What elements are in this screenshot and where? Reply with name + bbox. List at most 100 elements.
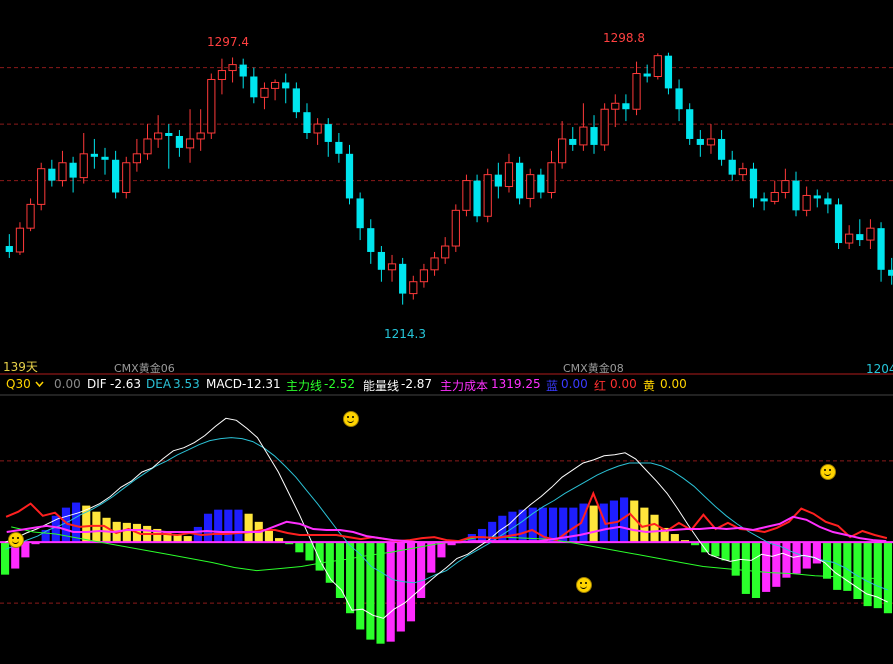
candle-body-down bbox=[590, 127, 598, 145]
candle-body-up bbox=[600, 108, 609, 146]
candle-body-down bbox=[888, 269, 893, 276]
macd-bar bbox=[589, 505, 598, 543]
yellow-label: 黄 bbox=[643, 379, 656, 393]
macd-bar bbox=[366, 542, 375, 640]
candle-body-up bbox=[15, 227, 25, 253]
macd-bar bbox=[1, 542, 10, 575]
candle-body-up bbox=[632, 73, 641, 110]
candle-body-up bbox=[409, 281, 418, 295]
candle-body-up bbox=[653, 55, 662, 78]
macd-bar bbox=[315, 542, 324, 571]
macd-bar bbox=[335, 542, 345, 598]
main-red-line bbox=[5, 490, 888, 543]
zero-value: 0.00 bbox=[54, 377, 81, 391]
macd-bar bbox=[214, 509, 223, 543]
macd-bar bbox=[843, 542, 852, 591]
macd-bar bbox=[427, 542, 436, 573]
candle-body-up bbox=[26, 203, 35, 229]
candle-body-up bbox=[845, 233, 854, 244]
candle-body-up bbox=[143, 138, 152, 155]
macd-bar bbox=[92, 511, 101, 543]
blue-value: 0.00 bbox=[561, 377, 588, 391]
macd-bar bbox=[346, 542, 355, 614]
candle-body-down bbox=[367, 228, 375, 252]
energy-value: -2.87 bbox=[401, 377, 433, 391]
cost-value: 1319.25 bbox=[491, 377, 541, 391]
red-value: 0.00 bbox=[610, 377, 637, 391]
candle-body-down bbox=[569, 138, 577, 145]
candle-body-down bbox=[877, 228, 885, 270]
candle-body-down bbox=[792, 180, 800, 211]
macd-bar bbox=[741, 542, 750, 594]
candle-body-up bbox=[313, 123, 322, 134]
candle-body-up bbox=[451, 209, 460, 247]
candle-body-up bbox=[441, 245, 450, 259]
candle-body-up bbox=[122, 162, 131, 193]
macd-bar bbox=[295, 542, 304, 553]
macd-bar bbox=[264, 529, 273, 543]
yellow-value: 0.00 bbox=[660, 377, 687, 391]
candle-body-up bbox=[504, 162, 514, 188]
macd-bar bbox=[863, 542, 872, 607]
macd-bar bbox=[701, 542, 710, 553]
macd-bar bbox=[376, 542, 385, 644]
dea-value: 3.53 bbox=[173, 377, 200, 391]
dif-label: DIF bbox=[87, 377, 107, 391]
candle-body-down bbox=[250, 76, 258, 98]
macd-bar bbox=[396, 542, 405, 632]
macd-bar bbox=[751, 542, 761, 598]
candle-body-down bbox=[824, 198, 832, 205]
candle-body-up bbox=[37, 168, 46, 205]
macd-bar bbox=[721, 542, 730, 561]
candle-body-up bbox=[547, 162, 556, 193]
candle-body-down bbox=[165, 133, 173, 136]
candlestick-series bbox=[5, 52, 893, 305]
days-label: 139天 bbox=[3, 360, 38, 374]
indicator-selector[interactable]: Q30 bbox=[6, 377, 44, 391]
candle-body-down bbox=[48, 168, 56, 181]
high-label-2: 1298.8 bbox=[603, 31, 645, 45]
candle-body-up bbox=[217, 70, 227, 80]
contract-label-2: CMX黄金08 bbox=[563, 362, 624, 375]
candle-body-up bbox=[196, 132, 205, 140]
candle-body-up bbox=[866, 227, 875, 241]
macd-bar bbox=[650, 514, 659, 543]
indicator-name: Q30 bbox=[6, 377, 31, 391]
candle-body-up bbox=[781, 180, 790, 193]
candle-body-up bbox=[419, 269, 429, 283]
candle-body-down bbox=[494, 174, 502, 187]
macd-bar bbox=[386, 542, 395, 642]
macd-bar bbox=[224, 509, 233, 543]
macd-bar bbox=[762, 542, 771, 592]
candle-body-down bbox=[834, 204, 843, 244]
high-label-1: 1297.4 bbox=[207, 35, 249, 49]
candle-body-down bbox=[515, 162, 524, 199]
candle-body-up bbox=[706, 138, 716, 146]
low-label: 1214.3 bbox=[384, 327, 426, 341]
dif-value: -2.63 bbox=[110, 377, 142, 391]
chevron-down-icon bbox=[34, 381, 44, 388]
candle-body-down bbox=[101, 156, 109, 160]
candle-body-down bbox=[335, 141, 343, 154]
red-label: 红 bbox=[594, 379, 607, 393]
macd-bar bbox=[528, 507, 537, 543]
candle-body-up bbox=[770, 191, 779, 202]
candle-body-down bbox=[345, 153, 354, 199]
candle-body-down bbox=[239, 64, 247, 77]
macd-bar bbox=[833, 542, 842, 590]
macd-bar bbox=[305, 542, 314, 561]
candle-body-up bbox=[738, 168, 747, 176]
candle-body-down bbox=[356, 198, 364, 229]
candle-body-up bbox=[579, 126, 588, 146]
candle-body-up bbox=[483, 174, 492, 217]
smiley-icon bbox=[820, 464, 837, 481]
candle-body-down bbox=[728, 159, 736, 175]
candle-body-down bbox=[856, 234, 864, 241]
candle-body-up bbox=[228, 64, 237, 72]
cost-label: 主力成本 bbox=[440, 379, 489, 393]
candle-body-up bbox=[154, 132, 163, 140]
grid-lines bbox=[0, 67, 893, 604]
macd-bar bbox=[437, 542, 446, 558]
candle-body-down bbox=[675, 88, 683, 110]
candle-body-down bbox=[282, 82, 290, 89]
